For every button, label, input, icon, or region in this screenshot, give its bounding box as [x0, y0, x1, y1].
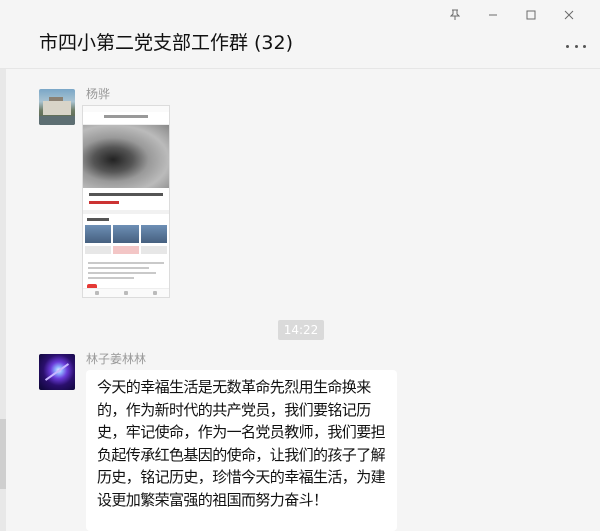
minimize-icon[interactable]: [474, 7, 512, 23]
member-count: (32): [254, 32, 294, 54]
image-message[interactable]: [82, 105, 170, 298]
window-controls: [436, 7, 588, 23]
pin-icon[interactable]: [436, 7, 474, 23]
maximize-icon[interactable]: [512, 7, 550, 23]
scrollbar-thumb[interactable]: [0, 419, 6, 489]
group-name: 市四小第二党支部工作群: [39, 32, 249, 54]
chat-window: 市四小第二党支部工作群 (32) 杨骅 14:22 林子姜林林 今天的幸福生活是…: [0, 0, 600, 531]
sender-avatar-1[interactable]: [39, 89, 75, 125]
image-thumbnail: [83, 125, 169, 188]
chat-title: 市四小第二党支部工作群 (32): [39, 28, 293, 55]
chat-header: 市四小第二党支部工作群 (32): [0, 0, 600, 69]
sender-name-2: 林子姜林林: [86, 352, 147, 366]
left-scrollbar[interactable]: [0, 69, 6, 531]
time-divider: 14:22: [278, 320, 324, 340]
more-dots-icon[interactable]: [566, 40, 586, 52]
sender-avatar-2[interactable]: [39, 354, 75, 390]
text-message-bubble[interactable]: 今天的幸福生活是无数革命先烈用生命换来的，作为新时代的共产党员，我们要铭记历史，…: [86, 370, 397, 531]
close-icon[interactable]: [550, 7, 588, 23]
sender-name-1: 杨骅: [86, 87, 111, 101]
